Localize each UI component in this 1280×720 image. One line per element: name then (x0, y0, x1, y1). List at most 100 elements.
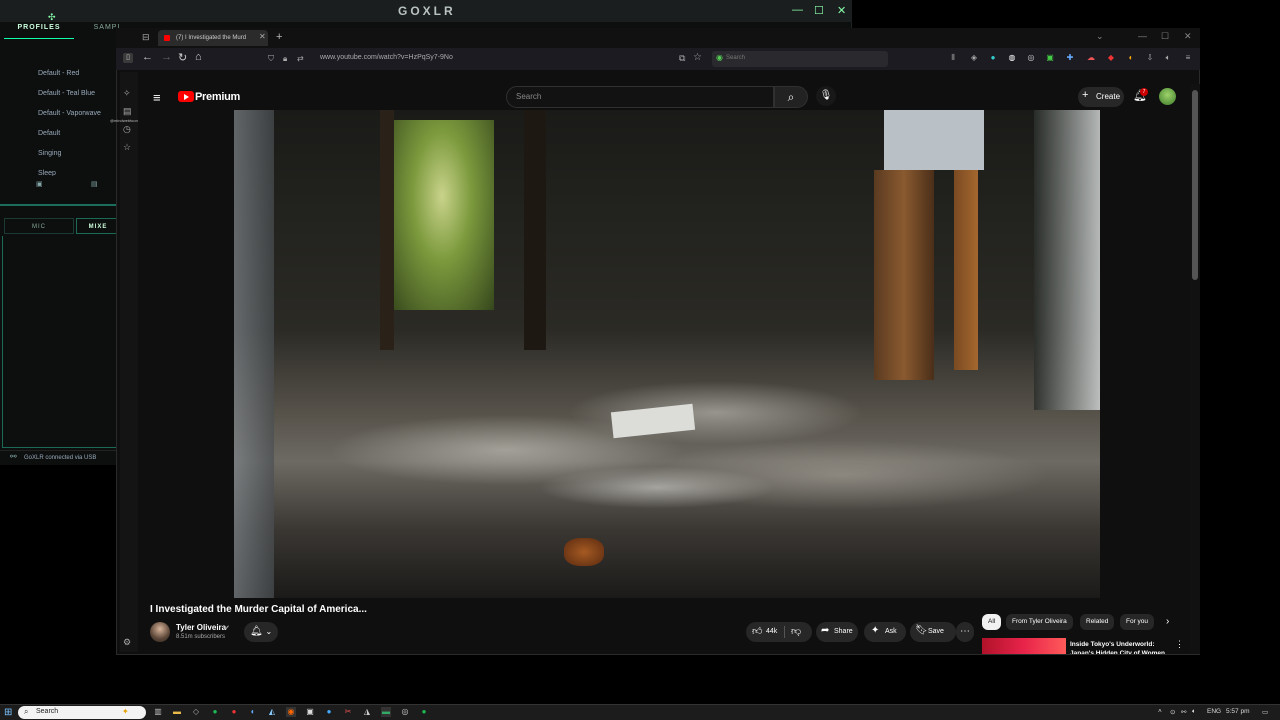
search-input[interactable] (506, 86, 774, 108)
library-icon[interactable]: ⫴ (948, 53, 958, 63)
reader-view-icon[interactable]: ⧉ (679, 53, 685, 64)
app-icon[interactable]: ◭ (267, 707, 277, 717)
tab-mixer[interactable]: MIXE (76, 218, 120, 234)
extension-icon[interactable]: ◆ (1106, 53, 1116, 63)
menu-icon[interactable]: ≡ (1183, 53, 1193, 63)
volume-icon[interactable]: 🔈︎ (1163, 53, 1173, 63)
profile-item[interactable]: Default - Red (30, 68, 116, 88)
hamburger-icon[interactable]: ≡ (153, 90, 161, 105)
save-profile-icon[interactable]: ▣ (36, 180, 46, 190)
mic-icon[interactable]: 🎙︎ (816, 86, 836, 106)
tab-profiles[interactable]: PROFILES (4, 24, 74, 38)
task-view-icon[interactable]: ▥ (153, 707, 163, 717)
language-indicator[interactable]: ENG (1207, 708, 1221, 715)
app-icon[interactable]: ◎ (400, 707, 410, 717)
extension-icon[interactable]: ◐ (1126, 53, 1136, 63)
extension-icon[interactable]: ▣ (1045, 53, 1055, 63)
subscription-bell-button[interactable]: 🔔︎ ⌄ (244, 622, 278, 642)
goxlr-taskbar-icon[interactable]: ▬ (381, 707, 391, 717)
extension-icon[interactable]: ◈ (969, 53, 979, 63)
channel-avatar[interactable] (150, 622, 170, 642)
search-engine-icon[interactable]: ◉ (716, 53, 723, 62)
search-icon[interactable]: ⌕ (774, 86, 808, 108)
app-icon[interactable]: ● (324, 707, 334, 717)
profile-item[interactable]: Default (30, 128, 116, 148)
youtube-premium-logo[interactable]: Premium (195, 91, 240, 103)
app-icon[interactable]: ✂ (343, 707, 353, 717)
more-icon[interactable]: ⋯ (956, 622, 974, 642)
download-icon[interactable]: ⇩ (1145, 53, 1155, 63)
browser-maximize-icon[interactable]: ☐ (1161, 31, 1169, 42)
windows-start-icon[interactable]: ⊞ (4, 707, 12, 718)
scrollbar-thumb[interactable] (1192, 90, 1198, 280)
bookmark-star-icon[interactable]: ☆ (693, 52, 702, 63)
recommendation-title[interactable]: Inside Tokyo's Underworld: Japan's Hidde… (1070, 640, 1168, 654)
sidebar-toggle-icon[interactable]: ▯ (123, 53, 133, 63)
extension-sidebar-icon[interactable]: ▤ (123, 106, 132, 117)
reload-icon[interactable]: ↻ (178, 51, 187, 64)
history-icon[interactable]: ◷ (123, 124, 131, 135)
video-scene-window (390, 120, 494, 310)
extension-icon[interactable]: ◍ (1007, 53, 1017, 63)
chip-for-you[interactable]: For you (1120, 614, 1155, 630)
new-tab-icon[interactable]: + (276, 31, 282, 43)
permissions-icon[interactable]: ⇄ (297, 54, 304, 63)
home-icon[interactable]: ⌂ (195, 51, 202, 63)
maximize-icon[interactable]: ☐ (814, 4, 824, 17)
app-icon[interactable]: ● (419, 707, 429, 717)
extension-icon[interactable]: ● (988, 53, 998, 63)
app-icon[interactable]: ● (229, 707, 239, 717)
browser-tab[interactable]: (7) I Investigated the Murd (158, 30, 268, 46)
forward-icon[interactable]: → (161, 51, 172, 63)
notification-center-icon[interactable]: ▭ (1262, 708, 1268, 716)
app-icon[interactable]: ▣ (305, 707, 315, 717)
close-icon[interactable]: ✕ (837, 4, 846, 17)
tab-list-icon[interactable]: ⊟ (142, 32, 150, 43)
tray-overflow-icon[interactable]: ˄ (1158, 708, 1162, 715)
browser-minimize-icon[interactable]: — (1138, 31, 1147, 41)
tray-icon[interactable]: ⊙ (1170, 708, 1175, 716)
spotify-icon[interactable]: ● (210, 707, 220, 717)
profile-item[interactable]: Default - Teal Blue (30, 88, 116, 108)
tab-mic[interactable]: MIC (4, 218, 74, 234)
shield-icon[interactable]: ⛉ (268, 54, 274, 64)
app-icon[interactable]: ◮ (362, 707, 372, 717)
chip-all[interactable]: All (982, 614, 1002, 630)
more-vertical-icon[interactable]: ⋮ (1175, 639, 1184, 650)
ai-chat-icon[interactable]: ✧ (123, 88, 131, 99)
app-icon[interactable]: ◇ (191, 707, 201, 717)
url-text[interactable]: www.youtube.com/watch?v=HzPqSy7-9No (320, 54, 453, 61)
clock[interactable]: 5:57 pm (1226, 708, 1250, 715)
bookmarks-icon[interactable]: ☆ (123, 142, 131, 153)
extension-icon[interactable]: ◎ (1026, 53, 1036, 63)
tab-close-icon[interactable]: ✕ (259, 32, 266, 41)
like-count[interactable]: 44k (766, 628, 777, 635)
lock-icon[interactable]: 🔒︎ (283, 54, 287, 64)
chip-related[interactable]: Related (1080, 614, 1115, 630)
like-icon[interactable]: 👍︎ (752, 625, 762, 637)
dislike-icon[interactable]: 👎︎ (791, 625, 801, 637)
recommendation-thumbnail[interactable] (982, 638, 1066, 654)
avatar[interactable] (1159, 88, 1176, 105)
profile-item[interactable]: Sleep (30, 168, 116, 176)
sidebar-settings-icon[interactable]: ⚙ (123, 637, 131, 648)
tray-icon[interactable]: ⚯ (1181, 708, 1186, 716)
profile-item[interactable]: Default - Vaporwave (30, 108, 116, 128)
minimize-icon[interactable]: — (792, 4, 803, 16)
channel-name[interactable]: Tyler Oliveira (176, 623, 226, 632)
chip-from-channel[interactable]: From Tyler Oliveira (1006, 614, 1073, 630)
speaker-icon[interactable]: 🔈︎ (1192, 708, 1196, 716)
back-icon[interactable]: ← (142, 51, 153, 63)
tab-overflow-icon[interactable]: ⌄ (1096, 31, 1104, 42)
firefox-icon[interactable]: ◉ (286, 707, 296, 717)
ask-icon: ✦ (871, 625, 880, 636)
extension-icon[interactable]: ✚ (1065, 53, 1075, 63)
chevron-right-icon[interactable]: › (1166, 616, 1169, 627)
file-explorer-icon[interactable]: ▬ (172, 707, 182, 717)
profile-file-icon[interactable]: ▤ (91, 180, 101, 190)
video-player[interactable] (234, 110, 1100, 598)
profile-item[interactable]: Singing (30, 148, 116, 168)
browser-close-icon[interactable]: ✕ (1184, 31, 1192, 42)
app-icon[interactable]: ◐ (248, 707, 258, 717)
extension-icon[interactable]: ☁ (1086, 53, 1096, 63)
